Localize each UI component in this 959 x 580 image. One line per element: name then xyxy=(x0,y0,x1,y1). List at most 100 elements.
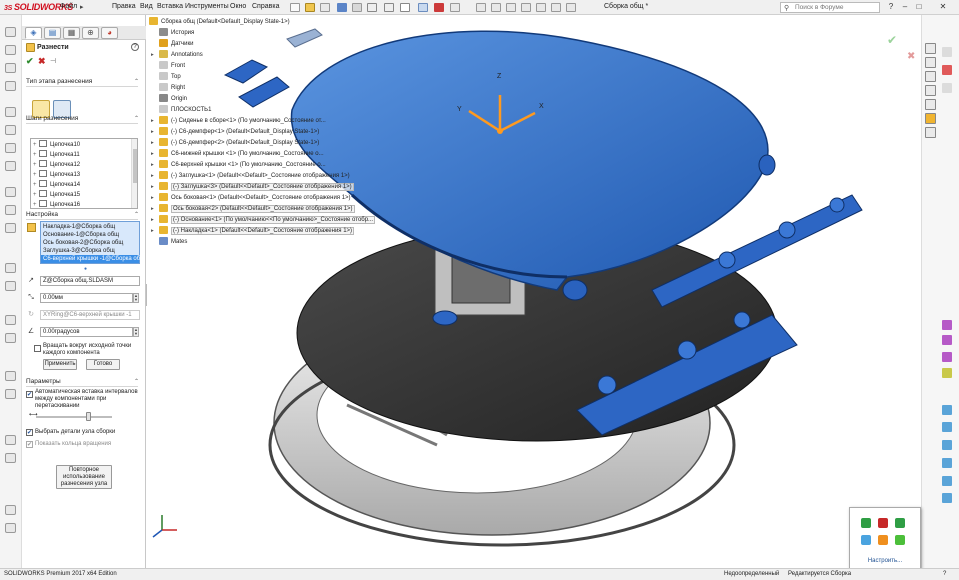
tree-item[interactable]: ▸ (-) Накладка<1> (Default<<Default>_Сост… xyxy=(151,226,355,237)
list-item[interactable]: + Цепочка10 xyxy=(33,140,80,150)
design-library-icon[interactable] xyxy=(925,71,936,82)
toolbar-icon[interactable] xyxy=(942,83,952,93)
options-icon[interactable] xyxy=(450,3,460,12)
expand-arrow-icon[interactable]: ▸ xyxy=(151,204,154,215)
confirm-corner-cancel-icon[interactable]: ✖ xyxy=(907,51,915,62)
shortcut-icon[interactable] xyxy=(878,518,888,528)
toolbar-icon[interactable] xyxy=(942,476,952,486)
tree-item[interactable]: Mates xyxy=(159,237,187,248)
tree-item[interactable]: История xyxy=(159,28,194,39)
menu-insert[interactable]: Вставка xyxy=(157,3,183,10)
tree-item[interactable]: ▸ (-) Сиденье в сборе<1> (По умолчанию_Со… xyxy=(151,116,326,127)
tool-icon-17[interactable] xyxy=(5,389,16,399)
pin-icon[interactable]: ⊣ xyxy=(50,57,56,65)
tool-icon-16[interactable] xyxy=(5,371,16,381)
spacing-slider[interactable] xyxy=(36,416,112,418)
explode-direction-field[interactable]: Z@Сборка общ.SLDASM xyxy=(40,276,140,286)
expand-arrow-icon[interactable]: ▸ xyxy=(151,160,154,171)
apply-button[interactable]: Применить xyxy=(43,359,77,370)
tree-item[interactable]: ▸ С6-нижней крышки <1> (По умолчанию_Сост… xyxy=(151,149,324,160)
steps-scrollbar[interactable] xyxy=(131,139,137,208)
toolbar-icon[interactable] xyxy=(942,368,952,378)
help-icon[interactable]: ? xyxy=(131,43,139,51)
list-item[interactable]: + Цепочка15 xyxy=(33,190,80,200)
hide-show-icon[interactable] xyxy=(536,3,546,12)
scene-icon[interactable] xyxy=(566,3,576,12)
collapse-caret-icon[interactable]: ⌃ xyxy=(134,378,139,385)
toolbar-icon[interactable] xyxy=(942,320,952,330)
traffic-light-icon[interactable] xyxy=(434,3,444,12)
tree-item[interactable]: ▸ С6-верхней крышки <1> (По умолчанию_Сос… xyxy=(151,160,326,171)
tool-icon-10[interactable] xyxy=(5,205,16,215)
auto-space-checkbox[interactable]: ✔ xyxy=(26,391,33,398)
section-explode-type[interactable]: Тип этапа разнесения xyxy=(26,78,92,85)
angle-spinner[interactable]: ▲ ▼ xyxy=(133,327,139,337)
rebuild-icon[interactable] xyxy=(320,3,330,12)
tree-item[interactable]: ПЛОСКОСТЬ1 xyxy=(159,105,211,116)
toolbar-icon[interactable] xyxy=(942,47,952,57)
list-item[interactable]: + Цепочка16 xyxy=(33,200,80,210)
toolbar-icon[interactable] xyxy=(942,65,952,75)
spacing-slider-thumb[interactable] xyxy=(85,412,91,421)
list-item[interactable]: Заглушка-3@Сборка общ xyxy=(43,247,115,255)
save-icon[interactable] xyxy=(337,3,347,12)
tool-icon-21[interactable] xyxy=(5,523,16,533)
zoom-icon[interactable] xyxy=(506,3,516,12)
menu-file[interactable]: Файл xyxy=(60,3,77,10)
tool-icon-11[interactable] xyxy=(5,223,16,233)
view-orientation-icon[interactable] xyxy=(476,3,486,12)
expand-arrow-icon[interactable]: ▸ xyxy=(151,215,154,226)
confirm-corner-check-icon[interactable]: ✔ xyxy=(887,33,897,47)
list-item[interactable]: + Цепочка11 xyxy=(33,150,80,160)
selected-components-list[interactable]: Накладка-1@Сборка общ Основание-1@Сборка… xyxy=(40,221,140,264)
tree-root[interactable]: Сборка общ (Default<Default_Display Stat… xyxy=(149,17,290,28)
tool-icon-14[interactable] xyxy=(5,315,16,325)
close-button[interactable]: ✕ xyxy=(936,1,950,13)
explode-distance-input[interactable]: 0.00мм xyxy=(40,293,133,303)
expand-arrow-icon[interactable]: ▸ xyxy=(151,171,154,182)
rotation-angle-input[interactable]: 0.00градусов xyxy=(40,327,133,337)
toolbar-icon[interactable] xyxy=(942,458,952,468)
menu-help[interactable]: Справка xyxy=(252,3,279,10)
list-item[interactable]: Накладка-1@Сборка общ xyxy=(43,223,115,231)
expand-arrow-icon[interactable]: ▸ xyxy=(151,193,154,204)
reuse-subassembly-explode-button[interactable]: Повторное использование разнесения узла xyxy=(56,465,112,489)
tool-icon-13[interactable] xyxy=(5,281,16,291)
rebuild-options-icon[interactable] xyxy=(418,3,428,12)
rotate-about-origin-checkbox[interactable] xyxy=(34,345,41,352)
tool-icon-1[interactable] xyxy=(5,27,16,37)
redo-icon[interactable] xyxy=(384,3,394,12)
minimize-button[interactable]: – xyxy=(898,1,912,13)
toolbar-icon[interactable] xyxy=(942,493,952,503)
home-icon[interactable] xyxy=(925,43,936,54)
expand-arrow-icon[interactable]: ▸ xyxy=(151,182,154,193)
tree-item[interactable]: Датчики xyxy=(159,39,193,50)
tree-item[interactable]: ▸ (-) Основание<1> (По умолчанию<<По умол… xyxy=(151,215,376,226)
tree-item[interactable]: ▸ (-) С6-демпфер<1> (Default<Default_Disp… xyxy=(151,127,319,138)
tree-item[interactable]: ▸ Ось боковая<2> (Default<<Default>_Состо… xyxy=(151,204,355,215)
tab-configuration-manager[interactable]: ▦ xyxy=(63,27,80,39)
custom-properties-icon[interactable] xyxy=(925,127,936,138)
exploded-assembly-model[interactable] xyxy=(147,15,921,568)
tree-item[interactable]: ▸ (-) Заглушка<3> (Default<<Default>_Сост… xyxy=(151,182,354,193)
open-folder-icon[interactable] xyxy=(305,3,315,12)
shortcut-icon[interactable] xyxy=(861,518,871,528)
collapse-caret-icon[interactable]: ⌃ xyxy=(134,211,139,218)
expand-arrow-icon[interactable]: ▸ xyxy=(151,50,154,61)
menu-window[interactable]: Окно xyxy=(230,3,246,10)
tool-icon-4[interactable] xyxy=(5,81,16,91)
shortcut-icon[interactable] xyxy=(895,518,905,528)
list-item[interactable]: + Цепочка12 xyxy=(33,160,80,170)
menu-edit[interactable]: Правка xyxy=(112,3,136,10)
tool-icon-18[interactable] xyxy=(5,435,16,445)
expand-arrow-icon[interactable]: ▸ xyxy=(151,127,154,138)
expand-arrow-icon[interactable]: ▸ xyxy=(151,138,154,149)
help-question-icon[interactable]: ? xyxy=(884,1,898,13)
menu-view[interactable]: Вид xyxy=(140,3,153,10)
appearances-icon[interactable] xyxy=(925,113,936,124)
explode-steps-list[interactable]: + Цепочка10 + Цепочка11 + Цепочка12 + Цепочк… xyxy=(30,138,138,209)
show-rotation-rings-checkbox[interactable]: ✔ xyxy=(26,441,33,448)
menu-tools[interactable]: Инструменты xyxy=(185,3,229,10)
list-item[interactable]: Ось боковая-2@Сборка общ xyxy=(43,239,123,247)
tab-dimxpert-manager[interactable]: ⊕ xyxy=(82,27,99,39)
